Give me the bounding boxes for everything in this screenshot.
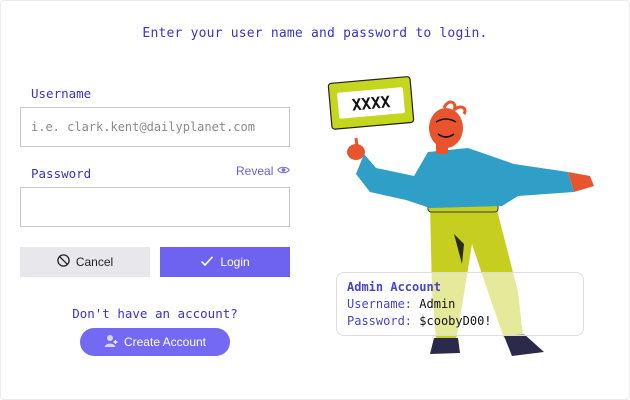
reveal-label: Reveal bbox=[236, 164, 274, 178]
admin-username-value: Admin bbox=[419, 297, 456, 311]
username-input[interactable] bbox=[20, 107, 290, 147]
password-input[interactable] bbox=[20, 187, 290, 227]
eye-icon bbox=[277, 164, 291, 178]
admin-username-key: Username: bbox=[347, 297, 413, 311]
admin-password-value: $coobyD00! bbox=[419, 314, 492, 328]
user-add-icon bbox=[104, 334, 118, 351]
username-label: Username bbox=[31, 86, 92, 101]
password-label: Password bbox=[31, 166, 92, 181]
prohibit-icon bbox=[57, 254, 70, 270]
admin-card-title: Admin Account bbox=[347, 280, 441, 294]
create-account-label: Create Account bbox=[123, 335, 207, 349]
login-button[interactable]: Login bbox=[160, 247, 290, 277]
admin-username-row: Username: Admin bbox=[347, 296, 573, 313]
cancel-button[interactable]: Cancel bbox=[20, 247, 150, 277]
reveal-password-toggle[interactable]: Reveal bbox=[236, 164, 291, 178]
cancel-label: Cancel bbox=[75, 255, 114, 269]
admin-password-row: Password: $coobyD00! bbox=[347, 313, 573, 330]
checkmark-icon bbox=[200, 255, 214, 270]
login-prompt: Enter your user name and password to log… bbox=[142, 26, 488, 41]
admin-password-key: Password: bbox=[347, 314, 413, 328]
create-account-button[interactable]: Create Account bbox=[80, 328, 230, 356]
login-label: Login bbox=[220, 255, 250, 269]
no-account-text: Don't have an account? bbox=[72, 306, 238, 321]
admin-account-card: Admin Account Username: Admin Password: … bbox=[336, 272, 584, 336]
sign-text: XXXX bbox=[351, 92, 391, 114]
